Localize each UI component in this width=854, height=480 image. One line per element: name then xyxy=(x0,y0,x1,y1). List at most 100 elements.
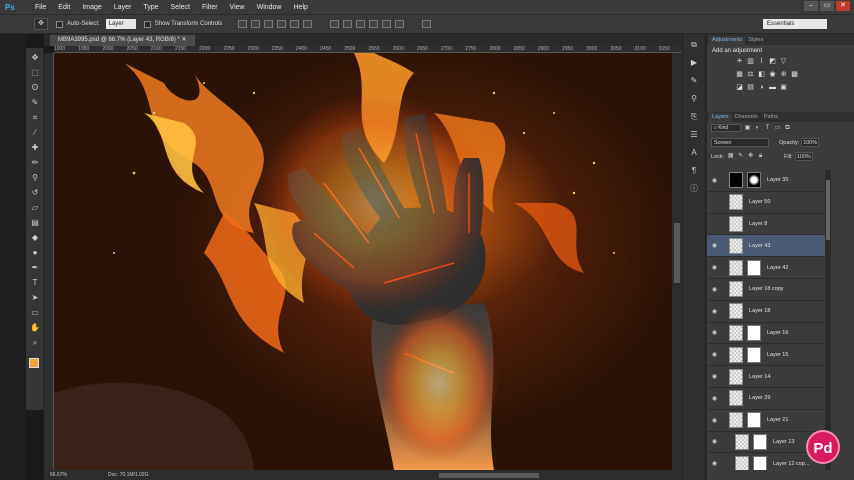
minimize-button[interactable]: – xyxy=(804,1,818,11)
distribute-hcenter-icon[interactable] xyxy=(382,20,392,28)
opacity-field[interactable]: 100% xyxy=(801,138,820,147)
menu-edit[interactable]: Edit xyxy=(52,0,76,15)
distribute-left-icon[interactable] xyxy=(369,20,379,28)
layer-row[interactable]: ◉ Layer 35 xyxy=(707,170,825,192)
shape-tool-icon[interactable]: ▭ xyxy=(29,307,41,318)
blend-mode-dropdown[interactable]: Screen xyxy=(711,138,769,147)
channel-mixer-icon[interactable]: ⊕ xyxy=(779,70,788,79)
close-button[interactable]: ✕ xyxy=(836,1,850,11)
distribute-top-icon[interactable] xyxy=(330,20,340,28)
auto-select-dropdown[interactable]: Layer xyxy=(105,19,136,29)
marquee-tool-icon[interactable]: ⬚ xyxy=(29,67,41,78)
lock-all-icon[interactable]: 🔒︎ xyxy=(757,153,764,160)
move-tool-preset-icon[interactable]: ✥ xyxy=(34,18,48,30)
tab-paths[interactable]: Paths xyxy=(761,113,781,122)
menu-help[interactable]: Help xyxy=(288,0,314,15)
history-brush-tool-icon[interactable]: ↺ xyxy=(29,187,41,198)
layer-row[interactable]: ◉ Layer 18 copy xyxy=(707,279,825,301)
brush-panel-icon[interactable]: ✎ xyxy=(688,76,700,86)
eye-visible-icon[interactable]: ◉ xyxy=(710,438,719,445)
eye-visible-icon[interactable]: ◉ xyxy=(710,351,719,358)
brightness-contrast-icon[interactable]: ☀ xyxy=(735,57,744,66)
align-left-icon[interactable] xyxy=(277,20,287,28)
color-balance-icon[interactable]: ⚖ xyxy=(746,70,755,79)
brush-presets-icon[interactable]: ⚲ xyxy=(688,94,700,104)
filter-smart-object-icon[interactable]: ⧉ xyxy=(784,125,791,132)
canvas-horizontal-scroll-thumb[interactable] xyxy=(439,473,539,478)
canvas-vertical-scrollbar[interactable] xyxy=(672,53,682,470)
lock-pixels-icon[interactable]: ✎ xyxy=(737,153,744,160)
vertical-ruler[interactable] xyxy=(44,53,54,470)
healing-tool-icon[interactable]: ✚ xyxy=(29,142,41,153)
workspace-dropdown[interactable]: Essentials xyxy=(763,19,827,29)
eye-visible-icon[interactable]: ◉ xyxy=(710,286,719,293)
crop-tool-icon[interactable]: ⌗ xyxy=(29,112,41,123)
layer-mask-thumbnail[interactable] xyxy=(747,259,761,276)
hue-saturation-icon[interactable]: ▦ xyxy=(735,70,744,79)
zoom-level[interactable]: 66.67% xyxy=(50,472,72,478)
zoom-tool-icon[interactable]: ⌕ xyxy=(29,337,41,348)
align-top-icon[interactable] xyxy=(238,20,248,28)
distribute-vcenter-icon[interactable] xyxy=(343,20,353,28)
history-panel-icon[interactable]: ⧉ xyxy=(688,40,700,50)
horizontal-ruler[interactable]: 1900 1950 2000 2050 2100 2150 2200 2250 2300 2350… xyxy=(54,46,682,53)
gradient-tool-icon[interactable]: ▤ xyxy=(29,217,41,228)
menu-file[interactable]: File xyxy=(29,0,52,15)
layer-row[interactable]: ◉ Layer 42 xyxy=(707,257,825,279)
layer-row[interactable]: ◉ Layer 18 xyxy=(707,301,825,323)
actions-panel-icon[interactable]: ▶ xyxy=(688,58,700,68)
layer-mask-thumbnail[interactable] xyxy=(747,412,761,429)
layer-mask-thumbnail[interactable] xyxy=(747,324,761,341)
eye-visible-icon[interactable]: ◉ xyxy=(710,242,719,249)
path-select-tool-icon[interactable]: ➤ xyxy=(29,292,41,303)
quick-select-tool-icon[interactable]: ✎ xyxy=(29,97,41,108)
posterize-icon[interactable]: ▤ xyxy=(746,83,755,92)
properties-panel-icon[interactable]: ☰ xyxy=(688,130,700,140)
type-tool-icon[interactable]: T xyxy=(29,277,41,288)
filter-adjustment-icon[interactable]: ◐ xyxy=(754,125,761,132)
tab-adjustments[interactable]: Adjustments xyxy=(709,36,746,45)
gradient-map-icon[interactable]: ▬ xyxy=(768,83,777,92)
eye-visible-icon[interactable]: ◉ xyxy=(710,177,719,184)
close-tab-icon[interactable]: ✕ xyxy=(182,37,187,43)
threshold-icon[interactable]: ◑ xyxy=(757,83,766,92)
restore-button[interactable]: ▭ xyxy=(820,1,834,11)
align-bottom-icon[interactable] xyxy=(264,20,274,28)
eyedropper-tool-icon[interactable]: ⁄ xyxy=(29,127,41,138)
layers-scrollbar[interactable] xyxy=(825,170,831,470)
eye-visible-icon[interactable]: ◉ xyxy=(710,308,719,315)
layer-row[interactable]: ◉ Layer 29 xyxy=(707,388,825,410)
eye-visible-icon[interactable]: ◉ xyxy=(710,373,719,380)
menu-layer[interactable]: Layer xyxy=(108,0,138,15)
selective-color-icon[interactable]: ▣ xyxy=(779,83,788,92)
black-white-icon[interactable]: ◧ xyxy=(757,70,766,79)
eye-visible-icon[interactable]: ◉ xyxy=(710,460,719,467)
align-hcenter-icon[interactable] xyxy=(290,20,300,28)
filter-type-icon[interactable]: T xyxy=(764,125,771,132)
eye-visible-icon[interactable]: ◉ xyxy=(710,264,719,271)
lock-transparency-icon[interactable]: ▦ xyxy=(727,153,734,160)
eye-visible-icon[interactable]: ◉ xyxy=(710,395,719,402)
layer-mask-thumbnail[interactable] xyxy=(747,172,761,189)
dodge-tool-icon[interactable]: ● xyxy=(29,247,41,258)
clone-stamp-tool-icon[interactable]: ⚲ xyxy=(29,172,41,183)
layer-row[interactable]: Layer 50 xyxy=(707,192,825,214)
info-panel-icon[interactable]: ⓘ xyxy=(688,184,700,194)
paragraph-panel-icon[interactable]: ¶ xyxy=(688,166,700,176)
exposure-icon[interactable]: ◩ xyxy=(768,57,777,66)
brush-tool-icon[interactable]: ✏ xyxy=(29,157,41,168)
clone-source-icon[interactable]: ⎘ xyxy=(688,112,700,122)
layers-scroll-thumb[interactable] xyxy=(826,180,830,240)
layer-mask-thumbnail[interactable] xyxy=(747,346,761,363)
layer-row[interactable]: ◉ Layer 21 xyxy=(707,410,825,432)
layer-row[interactable]: ◉ Layer 14 xyxy=(707,366,825,388)
tab-layers[interactable]: Layers xyxy=(709,113,732,122)
menu-window[interactable]: Window xyxy=(251,0,288,15)
tab-styles[interactable]: Styles xyxy=(745,36,766,45)
lasso-tool-icon[interactable]: ʘ xyxy=(29,82,41,93)
menu-filter[interactable]: Filter xyxy=(196,0,224,15)
layer-row[interactable]: ◉ Layer 15 xyxy=(707,344,825,367)
distribute-bottom-icon[interactable] xyxy=(356,20,366,28)
eye-visible-icon[interactable]: ◉ xyxy=(710,329,719,336)
document-canvas[interactable] xyxy=(54,53,672,470)
